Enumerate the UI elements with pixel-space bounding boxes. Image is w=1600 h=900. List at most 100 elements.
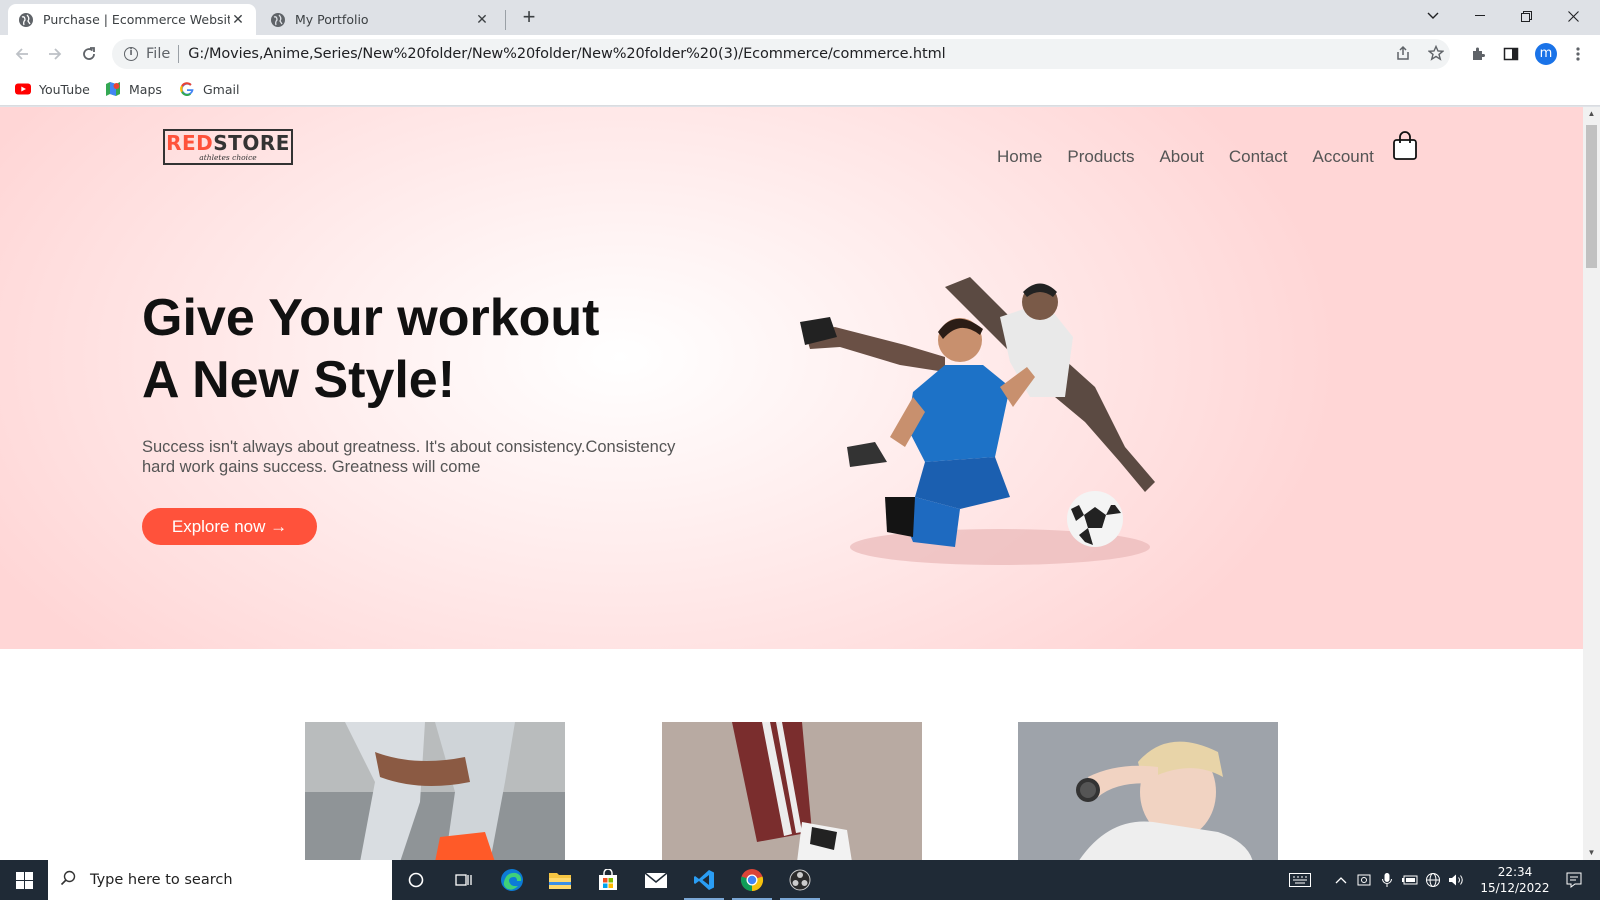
minimize-button[interactable]	[1457, 0, 1503, 32]
arrow-left-icon	[15, 48, 28, 60]
headline-line-2: A New Style!	[142, 351, 456, 409]
microphone-icon[interactable]	[1376, 860, 1398, 900]
globe-icon	[271, 12, 285, 27]
bookmark-label: Maps	[129, 81, 162, 97]
windows-taskbar: Type here to search 22:34 15/12/2022	[0, 860, 1600, 900]
side-panel-icon[interactable]	[1499, 42, 1523, 66]
category-image-jeans[interactable]	[305, 722, 565, 860]
main-nav: Home Products About Contact Account	[997, 147, 1399, 167]
nav-about[interactable]: About	[1159, 147, 1203, 167]
clock-time: 22:34	[1497, 865, 1533, 879]
reload-button[interactable]	[75, 40, 103, 68]
obs-icon	[789, 869, 811, 891]
scroll-down-arrow-icon[interactable]: ▼	[1583, 846, 1600, 860]
tab-divider	[505, 10, 506, 30]
forward-button[interactable]	[41, 40, 69, 68]
scroll-up-arrow-icon[interactable]: ▲	[1583, 107, 1600, 121]
file-explorer-app[interactable]	[536, 860, 584, 900]
info-icon[interactable]: i	[124, 47, 138, 61]
bookmarks-bar: YouTube Maps Gmail	[0, 73, 1600, 106]
tab-purchase[interactable]: Purchase | Ecommerce Website ✕	[8, 4, 256, 35]
cortana-button[interactable]	[392, 860, 440, 900]
logo-tagline: athletes choice	[199, 153, 257, 162]
vscode-icon	[694, 870, 714, 890]
browser-toolbar: i File G:/Movies,Anime,Series/New%20fold…	[0, 35, 1600, 73]
search-placeholder: Type here to search	[90, 872, 233, 888]
bookmark-maps[interactable]: Maps	[105, 81, 162, 97]
arrow-right-icon	[49, 48, 62, 60]
extensions-icon[interactable]	[1466, 42, 1490, 66]
google-icon	[180, 82, 194, 97]
search-icon	[60, 870, 76, 890]
obs-app[interactable]	[776, 860, 824, 900]
cart-icon[interactable]	[1392, 131, 1418, 161]
nav-contact[interactable]: Contact	[1229, 147, 1288, 167]
logo-text: REDSTORE	[165, 131, 291, 155]
task-view-button[interactable]	[440, 860, 488, 900]
scrollbar-thumb[interactable]	[1586, 125, 1597, 268]
explore-now-button[interactable]: Explore now →	[142, 508, 317, 545]
restore-icon	[1520, 10, 1532, 22]
url-text[interactable]: G:/Movies,Anime,Series/New%20folder/New%…	[188, 46, 945, 62]
back-button[interactable]	[8, 40, 36, 68]
keyboard-layout-icon[interactable]	[1285, 860, 1315, 900]
address-bar[interactable]: i File G:/Movies,Anime,Series/New%20fold…	[112, 39, 1450, 69]
notifications-icon[interactable]	[1556, 860, 1592, 900]
hero-headline: Give Your workout A New Style!	[142, 287, 742, 411]
nav-home[interactable]: Home	[997, 147, 1042, 167]
restore-button[interactable]	[1503, 0, 1549, 32]
chrome-app[interactable]	[728, 860, 776, 900]
cortana-icon	[408, 872, 424, 888]
minimize-icon	[1475, 15, 1485, 16]
maps-icon	[106, 82, 120, 96]
new-tab-button[interactable]: +	[515, 6, 543, 30]
folder-icon	[549, 873, 571, 889]
chevron-up-icon[interactable]	[1330, 860, 1352, 900]
close-window-button[interactable]	[1550, 0, 1596, 32]
volume-icon[interactable]	[1445, 860, 1467, 900]
tab-search-button[interactable]	[1410, 0, 1456, 32]
tab-portfolio[interactable]: My Portfolio ✕	[260, 4, 500, 35]
logo-dark-part: STORE	[213, 131, 290, 155]
clock-date: 15/12/2022	[1480, 881, 1550, 895]
bookmark-star-icon[interactable]	[1427, 44, 1445, 65]
bookmark-gmail[interactable]: Gmail	[179, 81, 239, 97]
page-scrollbar[interactable]: ▲ ▼	[1583, 107, 1600, 860]
start-button[interactable]	[0, 860, 48, 900]
system-clock[interactable]: 22:34 15/12/2022	[1475, 864, 1555, 896]
nav-products[interactable]: Products	[1067, 147, 1134, 167]
bookmark-label: Gmail	[203, 81, 240, 97]
footballers-image	[800, 277, 1155, 565]
redstore-logo[interactable]: REDSTORE athletes choice	[163, 129, 293, 165]
close-icon[interactable]: ✕	[230, 12, 246, 28]
profile-avatar[interactable]: m	[1535, 43, 1557, 65]
store-icon	[599, 869, 617, 890]
category-image-smartwatch[interactable]	[1018, 722, 1278, 860]
more-menu-icon[interactable]	[1566, 42, 1590, 66]
edge-app[interactable]	[488, 860, 536, 900]
hero-subtext: Success isn't always about greatness. It…	[142, 438, 676, 476]
share-icon[interactable]	[1395, 45, 1411, 65]
scheme-label: File	[146, 46, 171, 62]
nav-account[interactable]: Account	[1312, 147, 1373, 167]
hero-section: REDSTORE athletes choice Home Products A…	[0, 107, 1583, 649]
headline-line-1: Give Your workout	[142, 289, 600, 347]
globe-icon	[19, 12, 33, 27]
tab-title: Purchase | Ecommerce Website	[43, 12, 230, 27]
microsoft-store-app[interactable]	[584, 860, 632, 900]
logo-red-part: RED	[166, 131, 214, 155]
taskbar-search-box[interactable]: Type here to search	[48, 860, 392, 900]
mail-app[interactable]	[632, 860, 680, 900]
edge-icon	[501, 869, 523, 891]
chrome-icon	[740, 869, 764, 892]
vscode-app[interactable]	[680, 860, 728, 900]
battery-icon[interactable]	[1399, 860, 1421, 900]
category-image-track-pants[interactable]	[662, 722, 922, 860]
close-icon	[1567, 10, 1579, 22]
reload-icon	[83, 47, 95, 60]
network-globe-icon[interactable]	[1422, 860, 1444, 900]
camera-icon[interactable]	[1353, 860, 1375, 900]
close-icon[interactable]: ✕	[474, 12, 490, 28]
page-viewport: REDSTORE athletes choice Home Products A…	[0, 107, 1583, 860]
bookmark-youtube[interactable]: YouTube	[15, 81, 90, 97]
